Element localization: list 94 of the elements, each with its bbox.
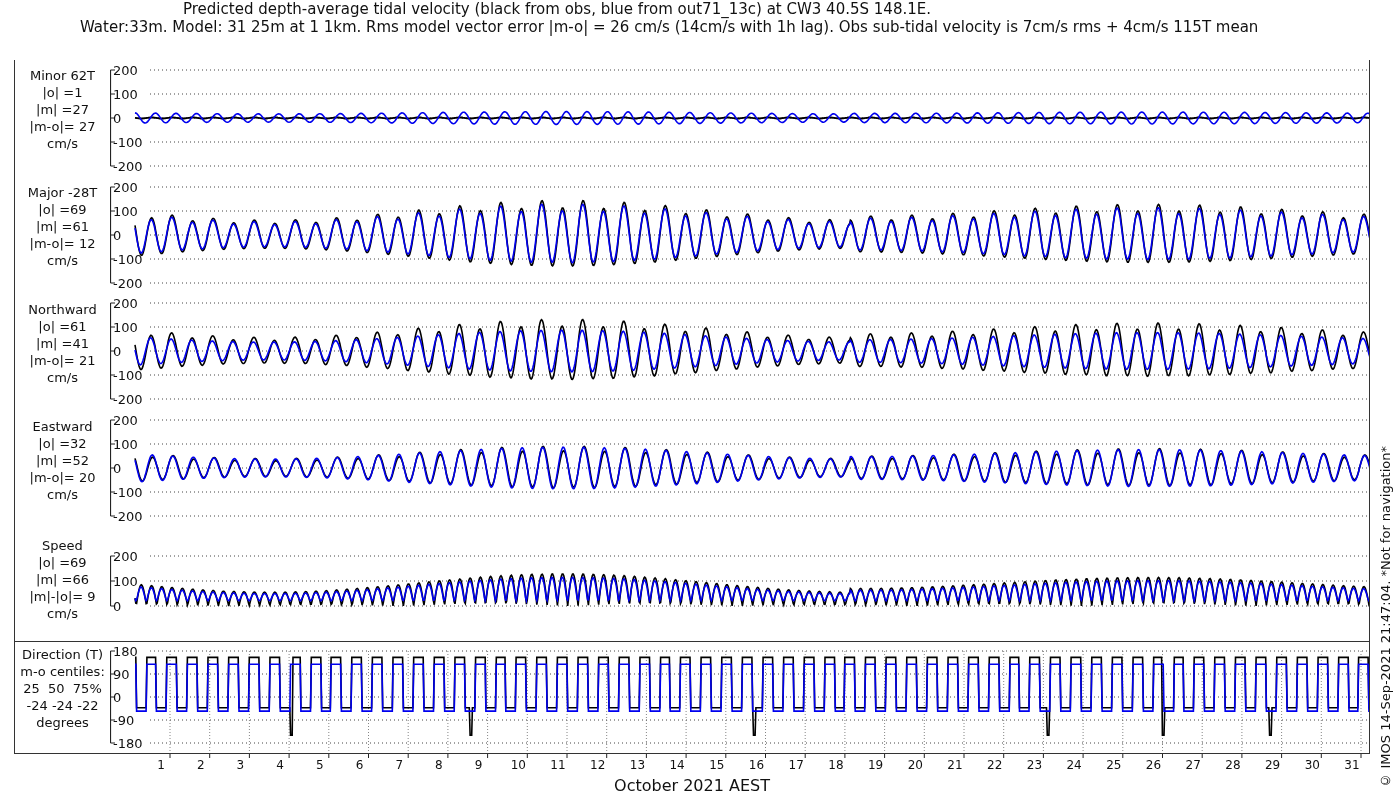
panel-label: |m| =41 (36, 335, 89, 352)
panel-label: -24 -24 -22 (26, 697, 99, 714)
x-tick-label: 2 (196, 758, 205, 772)
panel-label: Direction (T) (22, 646, 103, 663)
x-tick-label: 27 (1185, 758, 1201, 772)
panel-label: m-o centiles: (20, 663, 105, 680)
x-tick-label: 20 (907, 758, 923, 772)
y-tick-label: 200 (113, 413, 138, 428)
copyright-note: © IMOS 14-Sep-2021 21:47:04. *Not for navigation* (1377, 446, 1393, 788)
x-tick-label: 10 (510, 758, 526, 772)
x-tick-label: 8 (435, 758, 443, 772)
x-tick-label: 29 (1264, 758, 1281, 772)
chart-title: Predicted depth-average tidal velocity (black from obs, blue from out71_13c) at CW3 40.5S 148.1E. (183, 0, 931, 18)
x-tick-label: 24 (1066, 758, 1082, 772)
panel-label: cm/s (47, 486, 78, 503)
y-tick-label: -100 (113, 252, 143, 267)
x-tick-label: 1 (157, 758, 165, 772)
panel-label: Minor 62T (30, 67, 95, 84)
x-tick-label: 16 (748, 758, 765, 772)
y-tick-label: 0 (113, 599, 122, 614)
y-tick-label: 100 (113, 204, 138, 219)
panel-label: Eastward (32, 418, 93, 435)
panel-label: Speed (42, 537, 83, 554)
panel-label: |m| =61 (36, 218, 89, 235)
y-tick-label: 100 (113, 574, 138, 589)
x-tick-label: 14 (669, 758, 685, 772)
x-tick-label: 28 (1225, 758, 1241, 772)
x-tick-label: 6 (355, 758, 364, 772)
x-tick-label: 4 (276, 758, 284, 772)
panel-label: Northward (28, 301, 97, 318)
panel-label: |o| =69 (38, 201, 87, 218)
chart-subtitle: Water:33m. Model: 31 25m at 1 1km. Rms model vector error |m-o| = 26 cm/s (14cm/s with 1h lag). Obs sub-tidal velocity is 7cm/s rms + 4cm/s 115T mean (80, 18, 1259, 36)
y-tick-label: 100 (113, 437, 138, 452)
x-tick-label: 11 (550, 758, 566, 772)
y-tick-label: -200 (113, 159, 143, 174)
panel-label: |m-o|= 27 (29, 118, 96, 135)
y-tick-label: -180 (113, 736, 143, 751)
y-tick-label: 180 (113, 644, 138, 659)
panel-label: |o| =69 (38, 554, 87, 571)
x-tick-label: 12 (590, 758, 606, 772)
x-tick-label: 15 (709, 758, 725, 772)
x-tick-label: 5 (316, 758, 324, 772)
x-tick-label: 30 (1304, 758, 1320, 772)
x-axis-label: October 2021 AEST (614, 776, 770, 795)
panel-label: degrees (36, 714, 89, 731)
y-tick-label: -200 (113, 276, 143, 291)
panel-label: cm/s (47, 605, 78, 622)
x-tick-label: 18 (828, 758, 844, 772)
x-tick-label: 13 (629, 758, 646, 772)
y-tick-label: -100 (113, 368, 143, 383)
panel-label: Major -28T (27, 184, 98, 201)
panel-label: |o| =1 (42, 84, 83, 101)
x-tick-label: 7 (395, 758, 403, 772)
x-tick-label: 22 (987, 758, 1003, 772)
panel-label: cm/s (47, 135, 78, 152)
panel-label: |m| =52 (36, 452, 89, 469)
y-tick-label: 0 (113, 111, 122, 126)
panel-label: |m| =66 (36, 571, 89, 588)
y-tick-label: -100 (113, 485, 143, 500)
panel-label: |m-o|= 21 (29, 352, 96, 369)
y-tick-label: -200 (113, 392, 143, 407)
y-tick-label: 0 (113, 461, 122, 476)
y-tick-label: 100 (113, 87, 138, 102)
x-tick-label: 9 (474, 758, 483, 772)
panel-label: |m| =27 (36, 101, 89, 118)
panel-label: 25 50 75% (23, 680, 102, 697)
x-tick-label: 3 (236, 758, 245, 772)
y-tick-label: 0 (113, 228, 122, 243)
x-tick-label: 23 (1026, 758, 1043, 772)
x-tick-label: 21 (947, 758, 963, 772)
x-tick-label: 25 (1106, 758, 1122, 772)
y-tick-label: 200 (113, 296, 138, 311)
panel-label: |o| =61 (38, 318, 87, 335)
x-tick-label: 19 (867, 758, 884, 772)
y-tick-label: 0 (113, 344, 122, 359)
panel-label: |m|-|o|= 9 (29, 588, 96, 605)
y-tick-label: 0 (113, 690, 122, 705)
panel-label: cm/s (47, 369, 78, 386)
panel-label: |o| =32 (38, 435, 87, 452)
panel-label: |m-o|= 20 (29, 469, 96, 486)
x-tick-label: 26 (1145, 758, 1162, 772)
y-tick-label: 200 (113, 549, 138, 564)
y-tick-label: -90 (113, 713, 135, 728)
y-tick-label: -100 (113, 135, 143, 150)
x-tick-label: 17 (788, 758, 804, 772)
y-tick-label: -200 (113, 509, 143, 524)
panel-label: |m-o|= 12 (29, 235, 96, 252)
y-tick-label: 100 (113, 320, 138, 335)
y-tick-label: 90 (113, 667, 130, 682)
y-axis-line (110, 555, 112, 607)
panel-label: cm/s (47, 252, 78, 269)
y-tick-label: 200 (113, 180, 138, 195)
x-tick-label: 31 (1344, 758, 1360, 772)
y-tick-label: 200 (113, 63, 138, 78)
